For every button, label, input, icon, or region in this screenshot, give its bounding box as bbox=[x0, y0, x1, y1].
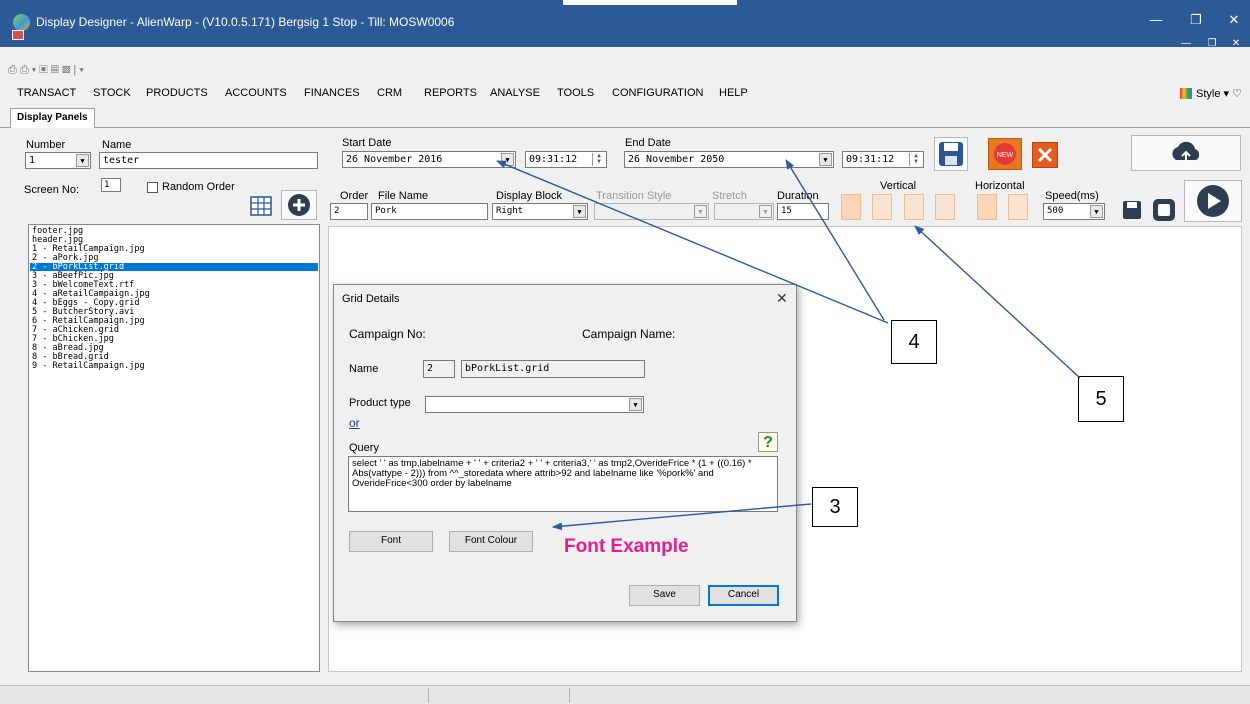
arrow-3 bbox=[552, 503, 812, 531]
annotation-arrows bbox=[496, 159, 1081, 531]
arrow-4-end-date bbox=[785, 159, 885, 321]
arrow-4-start-date bbox=[496, 160, 889, 324]
arrow-5 bbox=[914, 225, 1081, 379]
